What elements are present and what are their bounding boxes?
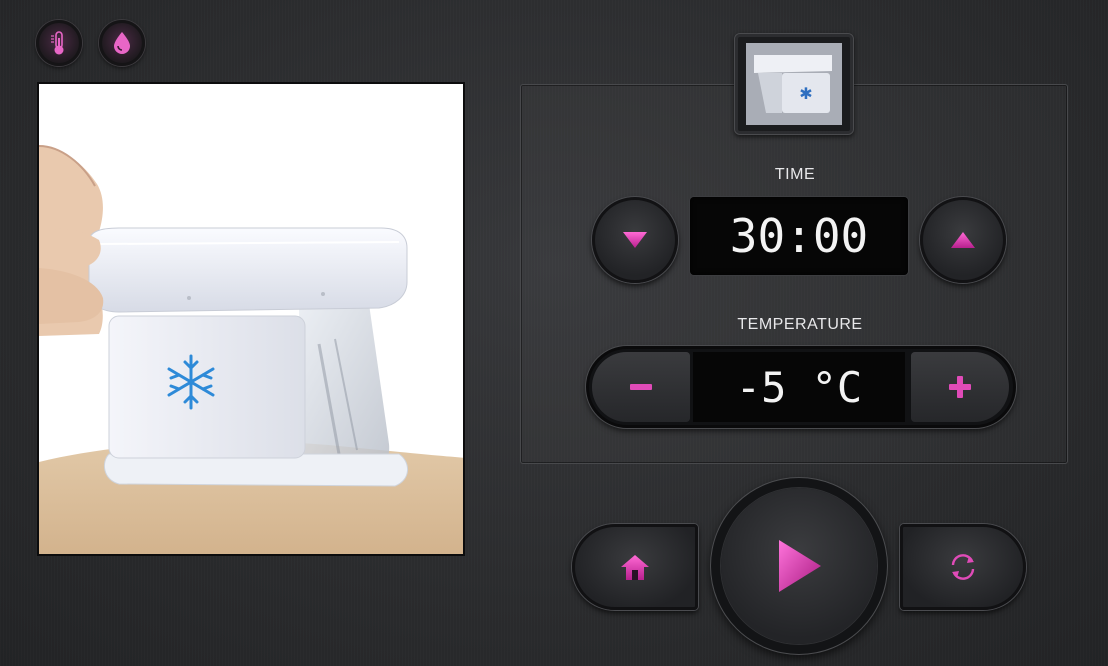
handpiece-thumbnail[interactable]: ✱: [734, 33, 854, 135]
refresh-icon: [951, 554, 975, 580]
handpiece-icon: ✱: [746, 43, 842, 125]
triangle-up-icon: [951, 232, 975, 248]
svg-text:✱: ✱: [799, 84, 812, 103]
play-icon: [779, 540, 821, 592]
temperature-display: -5 °C: [693, 352, 905, 422]
temperature-label: TEMPERATURE: [737, 316, 863, 333]
temperature-control: -5 °C: [586, 346, 1016, 428]
reset-button[interactable]: [900, 524, 1026, 610]
temperature-decrease-button[interactable]: [592, 352, 690, 422]
home-button[interactable]: [572, 524, 698, 610]
minus-icon: [630, 384, 652, 390]
cryo-handpiece-image: [39, 84, 463, 554]
water-status-button[interactable]: [99, 20, 145, 66]
time-increase-button[interactable]: [920, 197, 1006, 283]
play-button[interactable]: [721, 488, 877, 644]
thermometer-icon: [51, 31, 64, 55]
water-drop-icon: [114, 32, 130, 54]
home-icon: [621, 555, 649, 580]
time-label: TIME: [774, 166, 816, 183]
temperature-increase-button[interactable]: [911, 352, 1009, 422]
product-photo: [37, 82, 465, 556]
play-button-ring: [711, 478, 887, 654]
thermometer-status-button[interactable]: [36, 20, 82, 66]
plus-icon: [949, 376, 971, 398]
triangle-down-icon: [623, 232, 647, 248]
time-decrease-button[interactable]: [592, 197, 678, 283]
time-display: 30:00: [690, 197, 908, 275]
